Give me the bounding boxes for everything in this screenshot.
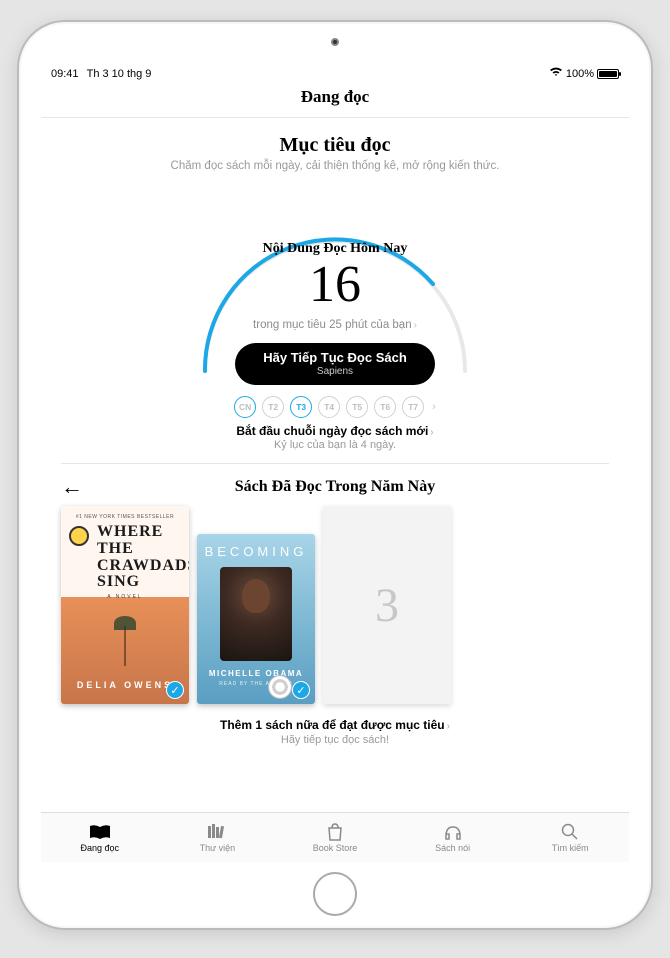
days-of-week-row: CN T2 T3 T4 T5 T6 T7 › [61, 396, 609, 418]
day-friday[interactable]: T6 [374, 396, 396, 418]
books-goal-prompt[interactable]: Thêm 1 sách nữa để đạt được mục tiêu› Hã… [61, 718, 609, 746]
book-crawdads[interactable]: #1 NEW YORK TIMES BESTSELLER WHERE THE C… [61, 506, 189, 704]
ipad-device-frame: 09:41 Th 3 10 thg 9 100% Đang đọc Mục ti… [17, 20, 653, 930]
shopping-bag-icon [323, 823, 347, 841]
day-thursday[interactable]: T5 [346, 396, 368, 418]
portrait-art [220, 567, 292, 661]
tab-book-store[interactable]: Book Store [276, 813, 394, 862]
current-book-label: Sapiens [263, 366, 407, 377]
tab-reading-now[interactable]: Đang đọc [41, 813, 159, 862]
tab-library[interactable]: Thư viện [159, 813, 277, 862]
section-divider [61, 463, 609, 464]
status-right: 100% [549, 67, 619, 80]
tab-audiobooks[interactable]: Sách nói [394, 813, 512, 862]
status-left: 09:41 Th 3 10 thg 9 [51, 68, 151, 80]
back-arrow-icon[interactable]: ← [61, 474, 83, 500]
books-year-heading: Sách Đã Đọc Trong Năm Này [61, 478, 609, 496]
goal-count-placeholder[interactable]: 3 [323, 506, 451, 704]
book2-title: BECOMING [205, 544, 308, 559]
day-monday[interactable]: T2 [262, 396, 284, 418]
day-tuesday[interactable]: T3 [290, 396, 312, 418]
battery-percent: 100% [566, 68, 594, 80]
home-button[interactable] [313, 872, 357, 916]
books-carousel[interactable]: #1 NEW YORK TIMES BESTSELLER WHERE THE C… [61, 506, 609, 704]
goal-progress-row[interactable]: trong mục tiêu 25 phút của bạn› [175, 315, 495, 333]
search-icon [558, 823, 582, 841]
chevron-right-icon: › [430, 427, 433, 438]
cover-tree-art [124, 626, 126, 666]
day-wednesday[interactable]: T4 [318, 396, 340, 418]
nav-title: Đang đọc [41, 80, 629, 118]
goal-progress-text: trong mục tiêu 25 phút của bạn [253, 319, 412, 331]
books-goal-text: Thêm 1 sách nữa để đạt được mục tiêu [220, 718, 445, 732]
audiobook-disc-icon [269, 676, 291, 698]
days-chevron-icon[interactable]: › [432, 401, 436, 413]
tab-label: Thư viện [200, 843, 236, 853]
completed-check-icon: ✓ [166, 681, 184, 699]
streak-record: Kỷ lục của bạn là 4 ngày. [61, 439, 609, 451]
headphones-icon [441, 823, 465, 841]
book2-author: MICHELLE OBAMA [209, 669, 303, 678]
bestseller-badge: #1 NEW YORK TIMES BESTSELLER [69, 514, 181, 520]
bottom-tab-bar: Đang đọc Thư viện Book Store Sách nói [41, 812, 629, 862]
goals-subheading: Chăm đọc sách mỗi ngày, cải thiện thống … [61, 160, 609, 172]
camera-dot [331, 38, 339, 46]
wifi-icon [549, 67, 563, 80]
keep-reading-button[interactable]: Hãy Tiếp Tục Đọc Sách Sapiens [235, 343, 435, 385]
status-time: 09:41 [51, 68, 79, 80]
book-becoming[interactable]: BECOMING MICHELLE OBAMA READ BY THE AUTH… [197, 534, 315, 704]
status-bar: 09:41 Th 3 10 thg 9 100% [41, 64, 629, 80]
award-medal-icon [69, 526, 89, 546]
tab-label: Book Store [313, 843, 358, 853]
chevron-right-icon: › [447, 721, 450, 732]
library-icon [205, 823, 229, 841]
goals-heading: Mục tiêu đọc [61, 134, 609, 157]
books-goal-sub: Hãy tiếp tục đọc sách! [61, 734, 609, 746]
chevron-right-icon: › [414, 320, 417, 331]
books-this-year-section: ← Sách Đã Đọc Trong Năm Này #1 NEW YORK … [41, 478, 629, 746]
day-saturday[interactable]: T7 [402, 396, 424, 418]
today-reading-label: Nội Dung Đọc Hôm Nay [175, 241, 495, 257]
keep-reading-label: Hãy Tiếp Tục Đọc Sách [263, 350, 407, 365]
streak-title: Bắt đầu chuỗi ngày đọc sách mới [236, 424, 428, 438]
screen: 09:41 Th 3 10 thg 9 100% Đang đọc Mục ti… [41, 64, 629, 862]
minutes-read: 16 [175, 259, 495, 311]
streak-prompt[interactable]: Bắt đầu chuỗi ngày đọc sách mới› Kỷ lục … [61, 424, 609, 451]
tab-label: Sách nói [435, 843, 470, 853]
day-sunday[interactable]: CN [234, 396, 256, 418]
novel-label: A NOVEL [69, 594, 181, 600]
open-book-icon [88, 823, 112, 841]
status-date: Th 3 10 thg 9 [87, 68, 152, 80]
completed-check-icon: ✓ [292, 681, 310, 699]
tab-label: Tìm kiếm [552, 843, 589, 853]
progress-dial: Nội Dung Đọc Hôm Nay 16 trong mục tiêu 2… [175, 186, 495, 386]
battery-icon [597, 69, 619, 79]
tab-label: Đang đọc [81, 843, 120, 853]
tab-search[interactable]: Tìm kiếm [511, 813, 629, 862]
reading-goals-section: Mục tiêu đọc Chăm đọc sách mỗi ngày, cải… [41, 118, 629, 464]
